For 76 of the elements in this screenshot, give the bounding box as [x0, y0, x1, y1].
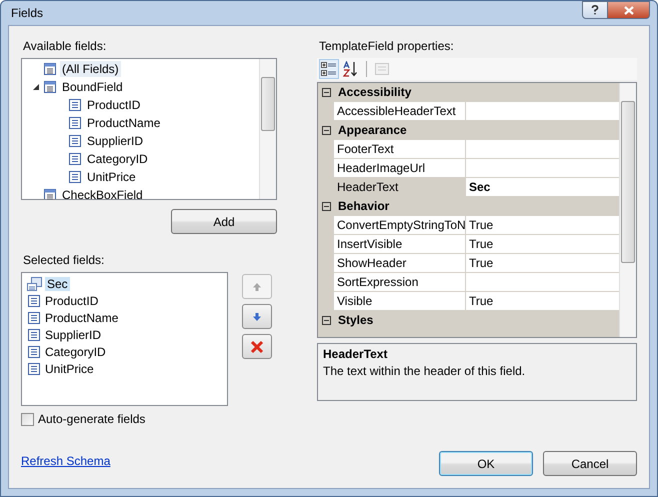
collapse-icon[interactable]	[322, 202, 331, 210]
property-value[interactable]: True	[466, 292, 619, 310]
checkbox-label: Auto-generate fields	[38, 412, 146, 426]
tree-item[interactable]: UnitPrice	[85, 169, 138, 185]
field-icon	[27, 328, 41, 342]
close-icon	[624, 6, 634, 14]
tree-item[interactable]: ProductName	[85, 115, 162, 131]
delete-icon	[250, 340, 264, 354]
property-name[interactable]: ShowHeader	[334, 254, 466, 272]
description-text: The text within the header of this field.	[323, 364, 526, 378]
help-icon	[591, 5, 599, 15]
selected-fields-label: Selected fields:	[23, 253, 106, 267]
property-value[interactable]: True	[466, 235, 619, 253]
close-button[interactable]	[608, 1, 650, 19]
field-icon	[27, 362, 41, 376]
collapse-icon[interactable]	[322, 88, 331, 96]
list-item[interactable]: Sec	[45, 276, 70, 290]
ok-button[interactable]: OK	[439, 451, 533, 476]
tree-item[interactable]: BoundField	[60, 79, 125, 95]
field-icon	[43, 62, 57, 76]
field-icon	[27, 294, 41, 308]
property-name[interactable]: Visible	[334, 292, 466, 310]
tree-item[interactable]: CheckBoxField	[60, 187, 145, 199]
property-name[interactable]: HeaderImageUrl	[334, 159, 466, 177]
scrollbar[interactable]	[259, 59, 276, 199]
field-icon	[27, 310, 41, 324]
property-value[interactable]: Sec	[466, 178, 619, 196]
field-icon	[68, 152, 82, 166]
list-item[interactable]: UnitPrice	[43, 362, 96, 376]
property-value[interactable]: True	[466, 216, 619, 234]
list-item[interactable]: ProductName	[43, 310, 120, 324]
template-field-icon	[27, 276, 43, 290]
tree-item[interactable]: SupplierID	[85, 133, 146, 149]
property-value[interactable]: True	[466, 254, 619, 272]
property-name[interactable]: SortExpression	[334, 273, 466, 291]
field-icon	[43, 80, 57, 94]
categorized-button[interactable]	[319, 59, 339, 79]
category-name: Appearance	[338, 123, 407, 137]
window-title: Fields	[11, 6, 44, 20]
arrow-down-icon	[252, 312, 262, 322]
description-title: HeaderText	[323, 347, 388, 361]
list-item[interactable]: CategoryID	[43, 344, 108, 358]
tree-item[interactable]: CategoryID	[85, 151, 150, 167]
category-name: Behavior	[338, 199, 390, 213]
field-icon	[68, 98, 82, 112]
property-name[interactable]: AccessibleHeaderText	[334, 102, 466, 120]
sort-az-icon	[343, 61, 359, 77]
property-name[interactable]: FooterText	[334, 140, 466, 158]
field-icon	[68, 134, 82, 148]
delete-button[interactable]	[242, 334, 272, 359]
field-icon	[27, 344, 41, 358]
auto-generate-checkbox[interactable]	[21, 412, 34, 426]
category-name: Styles	[338, 313, 374, 327]
collapse-icon[interactable]	[322, 316, 331, 324]
property-name[interactable]: InsertVisible	[334, 235, 466, 253]
expander-icon[interactable]	[33, 84, 39, 90]
tree-item[interactable]: (All Fields)	[60, 61, 121, 77]
move-down-button[interactable]	[242, 304, 272, 329]
add-button[interactable]: Add	[171, 209, 277, 234]
property-pages-icon	[374, 61, 390, 77]
scrollbar[interactable]	[619, 83, 636, 337]
arrow-up-icon	[252, 282, 262, 292]
collapse-icon[interactable]	[322, 126, 331, 134]
category-name: Accessibility	[338, 85, 412, 99]
list-item[interactable]: SupplierID	[43, 328, 104, 342]
help-button[interactable]	[582, 1, 608, 19]
refresh-schema-link[interactable]: Refresh Schema	[21, 454, 110, 468]
properties-label: TemplateField properties:	[319, 39, 455, 53]
field-icon	[68, 116, 82, 130]
cancel-button[interactable]: Cancel	[543, 451, 637, 476]
list-item[interactable]: ProductID	[43, 294, 100, 308]
field-icon	[68, 170, 82, 184]
tree-item[interactable]: ProductID	[85, 97, 142, 113]
property-name[interactable]: ConvertEmptyStringToN	[334, 216, 466, 234]
categorized-icon	[321, 61, 337, 77]
available-fields-label: Available fields:	[23, 39, 108, 53]
